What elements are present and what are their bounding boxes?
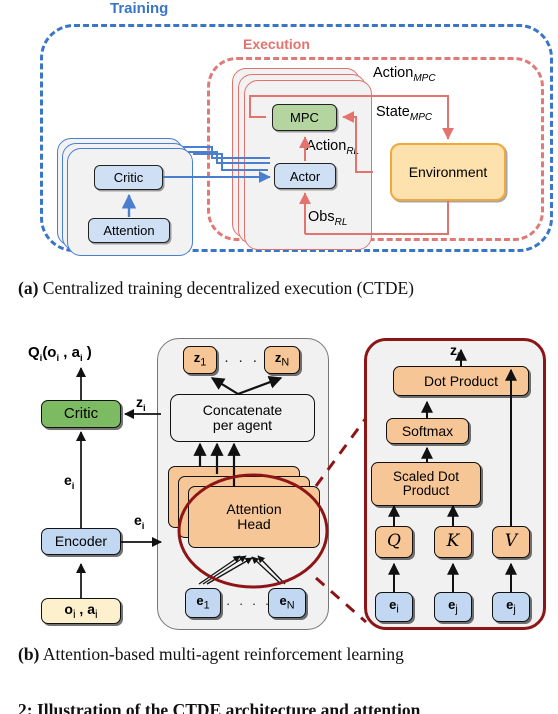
edge-label-e-up: ei [64, 472, 75, 492]
figure-caption-clipped: 2: Illustration of the CTDE architecture… [18, 700, 558, 714]
caption-a: (a) Centralized training decentralized e… [18, 278, 542, 298]
value-input-node: ej [492, 592, 530, 622]
execution-label: Execution [243, 36, 310, 52]
z-output-label: zi [450, 342, 460, 362]
caption-b-text: Attention-based multi-agent reinforcemen… [42, 644, 404, 664]
e-row-dots: · · · · [226, 596, 272, 611]
actor-node: Actor [274, 163, 336, 189]
panel-b-attention-diagram: Qi(oi , ai ) Critic ei Encoder ei zi oi … [0, 336, 558, 636]
z-first-node: z1 [183, 346, 217, 374]
caption-a-tag: (a) [18, 278, 39, 298]
panel-a-ctde-diagram: Training Execution Critic Attention MPC … [0, 0, 558, 268]
e-last-node: eN [268, 588, 306, 618]
caption-a-text: Centralized training decentralized execu… [42, 278, 415, 298]
caption-b: (b) Attention-based multi-agent reinforc… [18, 644, 542, 664]
critic-node: Critic [94, 165, 163, 190]
key-input-node: ej [434, 592, 472, 622]
edge-label-action-mpc: ActionMPC [373, 65, 436, 84]
caption-b-tag: (b) [18, 644, 40, 664]
q-output-label: Qi(oi , ai ) [28, 344, 92, 364]
query-node: Q [375, 526, 413, 558]
edge-label-z-in: zi [136, 394, 146, 414]
environment-node: Environment [390, 143, 506, 201]
key-node: K [434, 526, 472, 558]
scaled-dot-product-node: Scaled Dot Product [371, 462, 481, 506]
z-row-dots: · · · [224, 352, 260, 369]
edge-label-action-rl: ActionRL [306, 138, 360, 157]
figure-caption-text: 2: Illustration of the CTDE architecture… [18, 700, 421, 714]
query-input-node: ei [375, 592, 413, 622]
value-node: V [492, 526, 530, 558]
dot-product-node: Dot Product [393, 366, 529, 396]
attention-node: Attention [88, 218, 170, 243]
training-label: Training [110, 0, 169, 17]
softmax-node: Softmax [386, 418, 469, 444]
z-last-node: zN [264, 346, 300, 374]
observation-action-input-node: oi , ai [41, 598, 121, 624]
e-first-node: e1 [185, 588, 221, 618]
critic-node-b: Critic [41, 400, 121, 428]
input-text: oi , ai [64, 600, 98, 621]
attention-head-node: Attention Head [188, 486, 320, 548]
mpc-node: MPC [272, 104, 337, 131]
edge-label-obs-rl: ObsRL [308, 209, 348, 228]
encoder-node: Encoder [41, 528, 121, 555]
edge-label-state-mpc: StateMPC [376, 104, 433, 123]
concatenate-node: Concatenate per agent [170, 394, 315, 442]
edge-label-e-right: ei [134, 512, 145, 532]
